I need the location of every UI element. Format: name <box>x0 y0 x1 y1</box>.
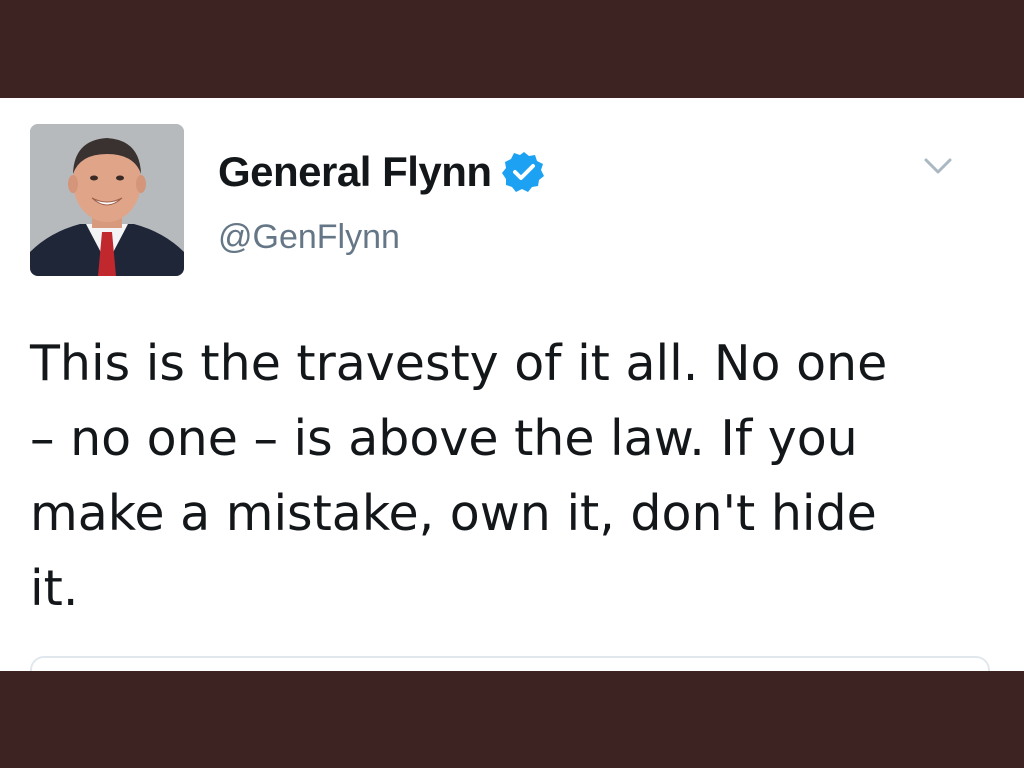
avatar-image <box>30 124 184 276</box>
author-handle[interactable]: @GenFlynn <box>218 218 400 257</box>
bottom-frame-bar <box>0 671 1024 768</box>
author-name-row: General Flynn <box>218 148 546 196</box>
chevron-down-icon[interactable] <box>918 146 958 186</box>
embedded-card-edge <box>30 656 990 671</box>
avatar[interactable] <box>30 124 184 276</box>
author-display-name[interactable]: General Flynn <box>218 148 492 196</box>
verified-badge-icon <box>501 150 546 194</box>
tweet-card: General Flynn @GenFlynn This is the trav… <box>0 98 1024 671</box>
top-frame-bar <box>0 0 1024 98</box>
tweet-text: This is the travesty of it all. No one –… <box>30 335 888 617</box>
